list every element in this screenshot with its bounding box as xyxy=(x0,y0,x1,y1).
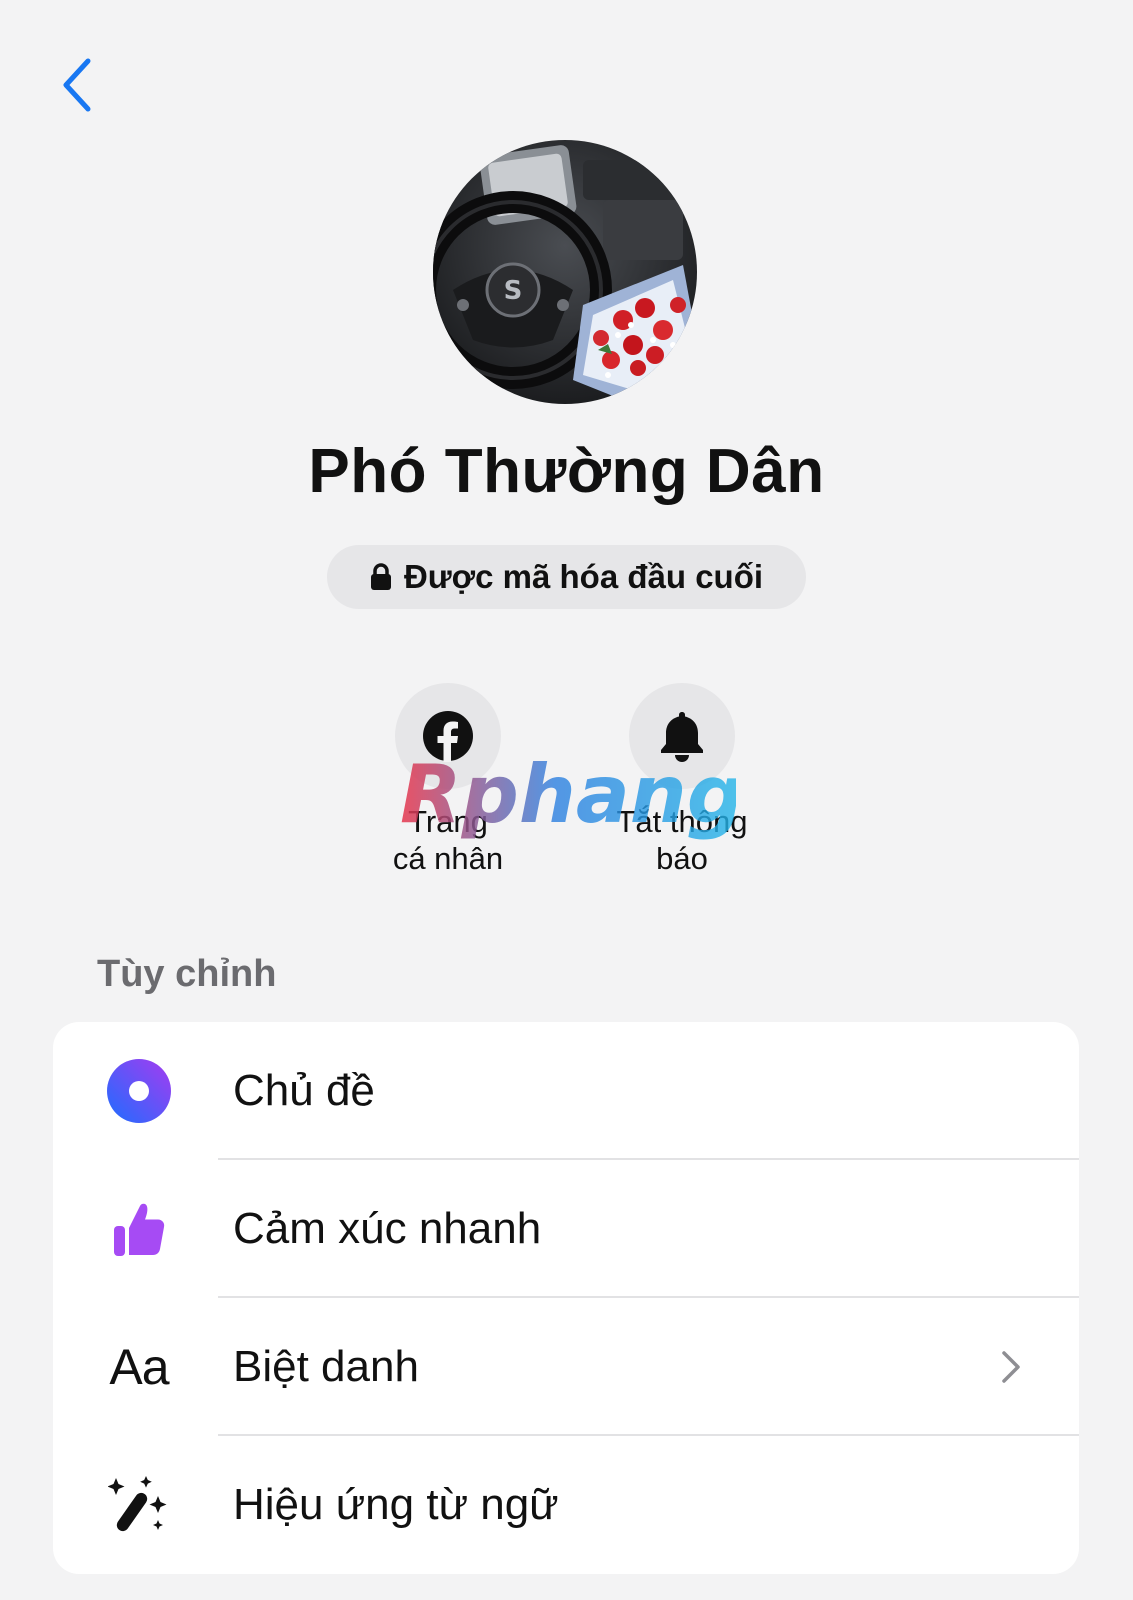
mute-button-circle[interactable] xyxy=(629,683,735,789)
menu-item-label: Biệt danh xyxy=(233,1342,419,1391)
menu-item-label: Cảm xúc nhanh xyxy=(233,1204,542,1253)
facebook-icon xyxy=(423,711,473,762)
encryption-label: Được mã hóa đầu cuối xyxy=(403,558,764,595)
profile-button-label: Trang cá nhân xyxy=(392,804,504,876)
conversation-settings-screen: S Phó Thường Dân Được mã hóa đầu cuối Tr… xyxy=(0,0,1133,1600)
encryption-badge[interactable]: Được mã hóa đầu cuối xyxy=(327,545,806,609)
bell-icon xyxy=(661,712,703,762)
text-aa-icon: Aa xyxy=(109,1339,169,1395)
magic-wand-icon xyxy=(108,1476,167,1532)
section-title-customize: Tùy chỉnh xyxy=(97,953,277,995)
svg-text:S: S xyxy=(504,276,523,306)
mute-button-label: Tắt thông báo xyxy=(616,804,748,876)
contact-name: Phó Thường Dân xyxy=(308,437,825,506)
lock-icon xyxy=(370,563,391,590)
menu-item-theme[interactable]: Chủ đề xyxy=(53,1022,1079,1160)
menu-item-label: Hiệu ứng từ ngữ xyxy=(233,1480,559,1529)
mute-notifications-button[interactable]: Tắt thông báo xyxy=(582,683,782,877)
chevron-right-icon xyxy=(1002,1351,1020,1383)
profile-button-circle[interactable] xyxy=(395,683,501,789)
menu-item-quick-reaction[interactable]: Cảm xúc nhanh xyxy=(53,1160,1079,1298)
menu-item-word-effects[interactable]: Hiệu ứng từ ngữ xyxy=(53,1436,1079,1574)
avatar[interactable]: S xyxy=(433,140,697,404)
chevron-left-icon xyxy=(63,58,91,112)
menu-item-label: Chủ đề xyxy=(233,1066,375,1115)
thumbs-up-icon xyxy=(114,1203,165,1256)
customize-card: Chủ đề Cảm xúc nhanh Aa Biệt danh Hiệu ứ… xyxy=(53,1022,1079,1574)
theme-icon xyxy=(107,1059,171,1123)
profile-button[interactable]: Trang cá nhân xyxy=(348,683,548,877)
back-button[interactable] xyxy=(52,50,102,120)
menu-item-nicknames[interactable]: Aa Biệt danh xyxy=(53,1298,1079,1436)
